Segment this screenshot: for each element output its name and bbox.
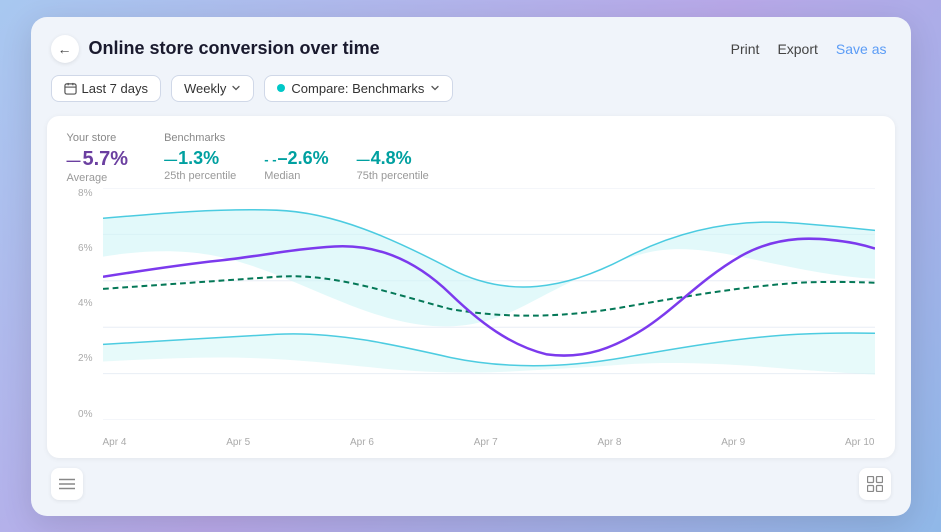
date-range-label: Last 7 days: [82, 81, 149, 96]
bench2-sub: Median: [264, 170, 328, 182]
grid-icon: [867, 476, 883, 492]
y-axis: 8% 6% 4% 2% 0%: [67, 188, 99, 420]
main-card: ← Online store conversion over time Prin…: [31, 17, 911, 516]
chart-area: 8% 6% 4% 2% 0%: [67, 188, 875, 448]
bench1-sub: 25th percentile: [164, 170, 236, 182]
x-label-apr7: Apr 7: [474, 437, 498, 448]
bench2-stat: - -–2.6% Median: [264, 148, 328, 182]
bench3-sub: 75th percentile: [357, 170, 429, 182]
teal-band-upper: [103, 209, 875, 326]
bench1-value: —1.3%: [164, 148, 236, 169]
chart-svg: [103, 188, 875, 420]
date-range-button[interactable]: Last 7 days: [51, 75, 162, 102]
y-label-6: 6%: [78, 243, 92, 254]
toolbar: Last 7 days Weekly Compare: Benchmarks: [31, 75, 911, 116]
chart-svg-container: [103, 188, 875, 420]
chevron-down-icon-compare: [430, 83, 440, 93]
frequency-label: Weekly: [184, 81, 226, 96]
page-title: Online store conversion over time: [89, 38, 380, 59]
chart-card: Your store —5.7% Average Benchmarks —1.3…: [47, 116, 895, 458]
your-store-stat: Your store —5.7% Average: [67, 132, 129, 184]
y-label-4: 4%: [78, 298, 92, 309]
benchmarks-group: Benchmarks —1.3% 25th percentile - -–2.6…: [164, 132, 429, 184]
your-store-value: —5.7%: [67, 148, 129, 171]
frequency-button[interactable]: Weekly: [171, 75, 254, 102]
your-store-sub: Average: [67, 172, 129, 184]
menu-icon-button[interactable]: [51, 468, 83, 500]
x-label-apr4: Apr 4: [103, 437, 127, 448]
teal-band-lower: [103, 333, 875, 375]
calendar-icon: [64, 82, 77, 95]
hamburger-icon: [59, 478, 75, 490]
bench2-value: - -–2.6%: [264, 148, 328, 169]
x-label-apr8: Apr 8: [598, 437, 622, 448]
print-button[interactable]: Print: [731, 41, 760, 57]
compare-label: Compare: Benchmarks: [291, 81, 424, 96]
y-label-2: 2%: [78, 353, 92, 364]
x-label-apr9: Apr 9: [721, 437, 745, 448]
bench3-stat: —4.8% 75th percentile: [357, 148, 429, 182]
x-label-apr5: Apr 5: [226, 437, 250, 448]
compare-button[interactable]: Compare: Benchmarks: [264, 75, 453, 102]
header-left: ← Online store conversion over time: [51, 35, 380, 63]
header-right: Print Export Save as: [731, 41, 887, 57]
bench1-stat: —1.3% 25th percentile: [164, 148, 236, 182]
bottom-bar: [31, 458, 911, 504]
stats-row: Your store —5.7% Average Benchmarks —1.3…: [67, 132, 875, 184]
y-label-8: 8%: [78, 188, 92, 199]
chevron-down-icon: [231, 83, 241, 93]
bench3-value: —4.8%: [357, 148, 429, 169]
x-label-apr6: Apr 6: [350, 437, 374, 448]
grid-icon-button[interactable]: [859, 468, 891, 500]
x-label-apr10: Apr 10: [845, 437, 874, 448]
export-button[interactable]: Export: [777, 41, 817, 57]
back-button[interactable]: ←: [51, 35, 79, 63]
benchmarks-label: Benchmarks: [164, 132, 429, 144]
header: ← Online store conversion over time Prin…: [31, 17, 911, 75]
back-icon: ←: [58, 41, 72, 57]
save-button[interactable]: Save as: [836, 41, 887, 57]
x-axis: Apr 4 Apr 5 Apr 6 Apr 7 Apr 8 Apr 9 Apr …: [103, 424, 875, 448]
compare-dot: [277, 84, 285, 92]
y-label-0: 0%: [78, 409, 92, 420]
your-store-label: Your store: [67, 132, 129, 144]
